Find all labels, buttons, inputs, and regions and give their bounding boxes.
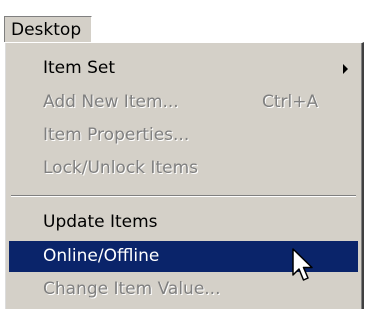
menu-separator xyxy=(11,195,356,197)
screen: Desktop Item Set Add New Item... Ctrl+A … xyxy=(0,0,370,309)
menu-item-shortcut: Ctrl+A xyxy=(262,92,319,112)
menu-desktop[interactable]: Desktop xyxy=(4,16,93,43)
menu-item-lock-unlock-items[interactable]: Lock/Unlock Items xyxy=(9,153,358,184)
menu-item-label: Item Set xyxy=(43,58,116,78)
menu-item-label: Lock/Unlock Items xyxy=(43,158,198,178)
menu-item-item-properties[interactable]: Item Properties... xyxy=(9,120,358,151)
menu-item-label: Add New Item... xyxy=(43,92,179,112)
menu-bar: Desktop xyxy=(0,0,370,43)
menu-item-label: Item Properties... xyxy=(43,125,190,145)
menu-item-item-set[interactable]: Item Set xyxy=(9,53,358,84)
mouse-pointer-icon xyxy=(292,248,313,281)
menu-item-label: Change Item Value... xyxy=(43,279,221,299)
chevron-right-icon xyxy=(343,64,348,74)
menu-item-add-new-item[interactable]: Add New Item... Ctrl+A xyxy=(9,87,358,118)
menu-item-label: Update Items xyxy=(43,212,158,232)
menu-item-update-items[interactable]: Update Items xyxy=(9,207,358,238)
menu-item-label: Online/Offline xyxy=(43,246,160,266)
